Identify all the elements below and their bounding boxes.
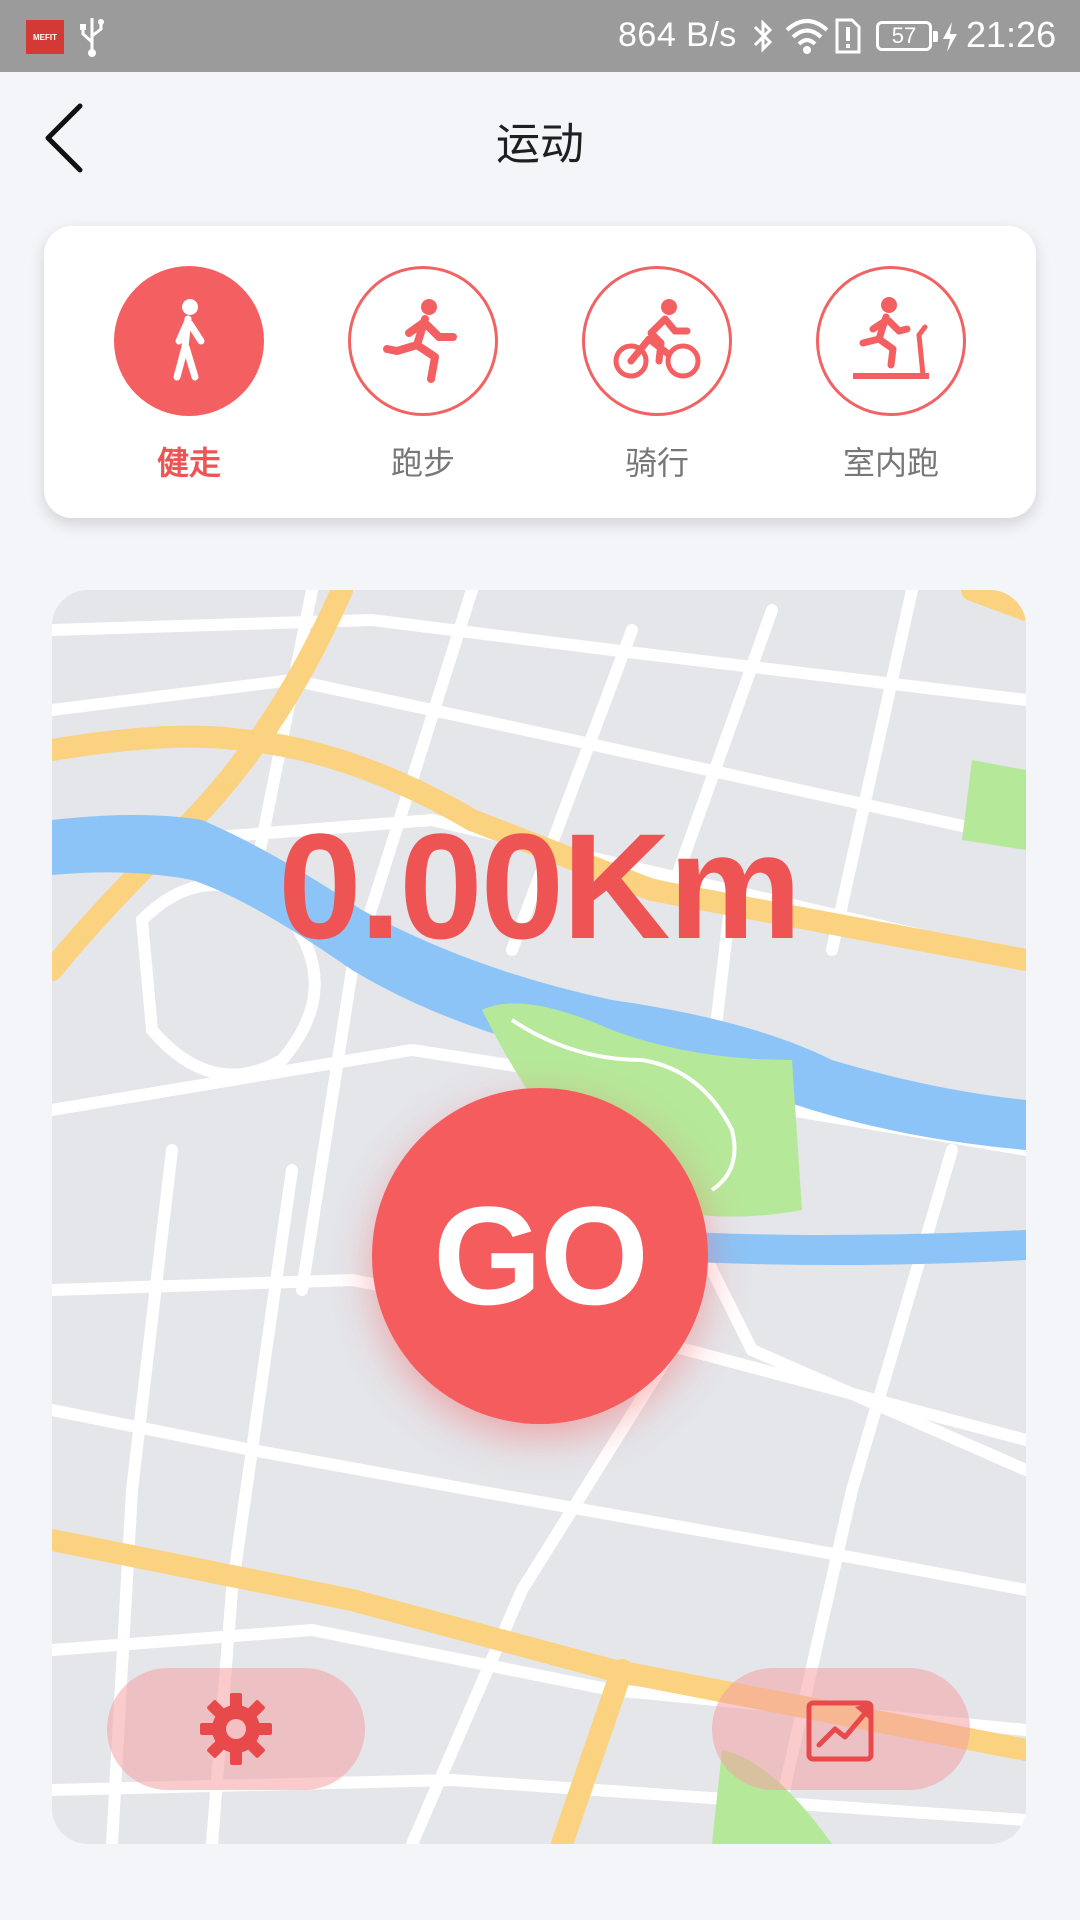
battery-indicator: 57 — [876, 21, 938, 51]
sport-option-indoor-running[interactable]: 室内跑 — [816, 266, 966, 490]
treadmill-icon — [853, 297, 929, 379]
wifi-icon — [785, 19, 829, 54]
statistics-button[interactable] — [712, 1668, 970, 1790]
map-view[interactable]: 0.00Km GO — [52, 590, 1026, 1844]
sim-alert-icon — [835, 18, 861, 54]
network-speed: 864 B/s — [618, 16, 737, 54]
gear-icon — [200, 1693, 272, 1765]
page-title: 运动 — [496, 119, 584, 170]
header: 运动 — [0, 72, 1080, 202]
distance-readout: 0.00Km — [278, 802, 802, 970]
go-button-label: GO — [433, 1177, 649, 1334]
sport-option-circle — [816, 266, 966, 416]
sport-option-label: 骑行 — [624, 444, 689, 482]
sport-option-walking[interactable]: 健走 — [114, 266, 264, 490]
sport-option-circle — [348, 266, 498, 416]
status-bar: MEFIT 864 B/s 57 21:26 — [0, 0, 1080, 72]
charging-icon — [943, 22, 957, 52]
sport-option-label: 健走 — [156, 444, 221, 482]
sport-option-circle — [582, 266, 732, 416]
sport-option-circle — [114, 266, 264, 416]
sport-option-label: 跑步 — [390, 444, 455, 482]
cycling-icon — [613, 299, 701, 379]
bluetooth-icon — [753, 19, 773, 53]
go-button[interactable]: GO — [372, 1088, 708, 1424]
sport-type-selector: 健走 跑步 骑行 室内跑 — [44, 226, 1036, 518]
settings-button[interactable] — [107, 1668, 365, 1790]
sport-option-cycling[interactable]: 骑行 — [582, 266, 732, 490]
clock: 21:26 — [966, 14, 1057, 55]
walking-icon — [173, 299, 205, 381]
sport-option-label: 室内跑 — [842, 444, 939, 482]
usb-icon — [80, 18, 104, 57]
running-icon — [383, 299, 457, 383]
sport-option-running[interactable]: 跑步 — [348, 266, 498, 490]
trend-chart-icon — [806, 1700, 874, 1762]
app-notification-icon: MEFIT — [26, 20, 64, 54]
